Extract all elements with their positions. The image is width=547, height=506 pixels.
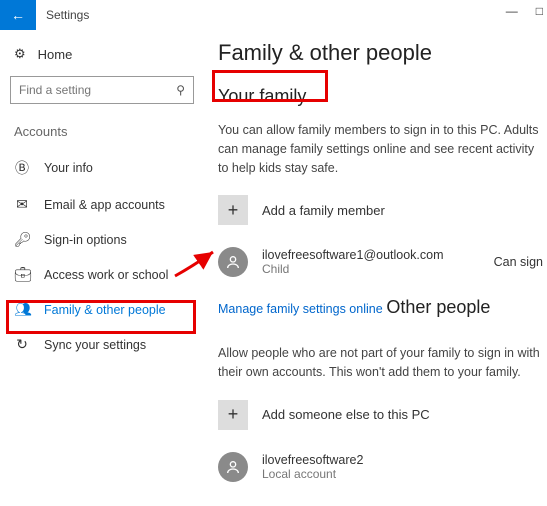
other-user-role: Local account bbox=[262, 467, 363, 481]
plus-icon: + bbox=[218, 400, 248, 430]
maximize-button[interactable]: □ bbox=[536, 4, 543, 18]
arrow-left-icon: ← bbox=[11, 7, 25, 23]
other-user-row[interactable]: ilovefreesoftware2 Local account bbox=[218, 452, 547, 482]
window-controls: — □ bbox=[506, 4, 543, 18]
sync-icon: ↻ bbox=[14, 336, 30, 353]
avatar-icon bbox=[218, 452, 248, 482]
sidebar-item-your-info[interactable]: Ⓑ Your info bbox=[0, 149, 204, 187]
titlebar: ← Settings — □ bbox=[0, 0, 547, 30]
member-status: Can sign bbox=[494, 255, 543, 269]
sidebar-item-label: Sync your settings bbox=[44, 338, 146, 352]
sidebar-item-sync[interactable]: ↻ Sync your settings bbox=[0, 327, 204, 362]
minimize-button[interactable]: — bbox=[506, 4, 518, 18]
section-label: Accounts bbox=[0, 124, 204, 149]
search-input[interactable] bbox=[19, 83, 176, 97]
gear-icon: ⚙ bbox=[14, 46, 26, 62]
manage-family-link[interactable]: Manage family settings online bbox=[218, 302, 383, 316]
briefcase-icon: 💼︎ bbox=[14, 266, 30, 283]
member-email: ilovefreesoftware1@outlook.com bbox=[262, 248, 444, 262]
plus-icon: + bbox=[218, 195, 248, 225]
sidebar-item-work[interactable]: 💼︎ Access work or school bbox=[0, 257, 204, 292]
search-icon: ⚲ bbox=[176, 83, 185, 97]
add-family-member-button[interactable]: + Add a family member bbox=[218, 195, 547, 225]
sidebar-item-label: Access work or school bbox=[44, 268, 168, 282]
search-box[interactable]: ⚲ bbox=[10, 76, 194, 104]
people-icon: 👥︎ bbox=[14, 301, 30, 318]
add-other-label: Add someone else to this PC bbox=[262, 407, 430, 422]
home-button[interactable]: ⚙ Home bbox=[0, 40, 204, 76]
other-heading: Other people bbox=[386, 297, 490, 318]
home-label: Home bbox=[38, 47, 73, 62]
family-member-row[interactable]: ilovefreesoftware1@outlook.com Child Can… bbox=[218, 247, 547, 277]
main-panel: Family & other people Your family You ca… bbox=[204, 30, 547, 506]
sidebar-item-label: Sign-in options bbox=[44, 233, 127, 247]
mail-icon: ✉ bbox=[14, 196, 30, 213]
other-user-name: ilovefreesoftware2 bbox=[262, 453, 363, 467]
back-button[interactable]: ← bbox=[0, 0, 36, 30]
key-icon: 🔑︎ bbox=[14, 231, 30, 248]
sidebar-item-signin[interactable]: 🔑︎ Sign-in options bbox=[0, 222, 204, 257]
member-role: Child bbox=[262, 262, 444, 276]
sidebar-item-label: Your info bbox=[44, 161, 93, 175]
window-title: Settings bbox=[46, 8, 89, 22]
family-description: You can allow family members to sign in … bbox=[218, 121, 547, 177]
sidebar-item-label: Email & app accounts bbox=[44, 198, 165, 212]
sidebar-item-label: Family & other people bbox=[44, 303, 166, 317]
add-family-label: Add a family member bbox=[262, 203, 385, 218]
sidebar: ⚙ Home ⚲ Accounts Ⓑ Your info ✉ Email & … bbox=[0, 30, 204, 506]
other-description: Allow people who are not part of your fa… bbox=[218, 344, 547, 382]
sidebar-item-email[interactable]: ✉ Email & app accounts bbox=[0, 187, 204, 222]
page-title: Family & other people bbox=[218, 40, 547, 66]
add-other-user-button[interactable]: + Add someone else to this PC bbox=[218, 400, 547, 430]
person-card-icon: Ⓑ bbox=[14, 158, 30, 178]
avatar-icon bbox=[218, 247, 248, 277]
family-heading: Your family bbox=[218, 86, 306, 107]
sidebar-item-family[interactable]: 👥︎ Family & other people bbox=[0, 292, 204, 327]
